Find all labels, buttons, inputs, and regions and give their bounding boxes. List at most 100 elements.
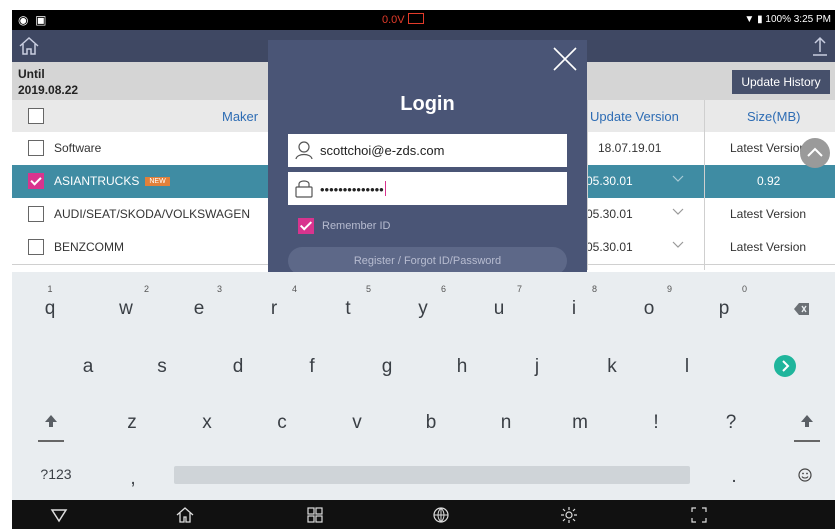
key-e[interactable]: 3e: [189, 284, 222, 320]
tablet-screen: ◉ ▣ 0.0V ▼ ▮ 100% 3:25 PM Until 2019.08.…: [12, 0, 835, 529]
key-t[interactable]: 5t: [338, 284, 371, 320]
key-z[interactable]: z: [122, 412, 142, 434]
key-g[interactable]: g: [377, 356, 397, 378]
key-label: o: [643, 298, 655, 319]
update-history-button[interactable]: Update History: [732, 70, 830, 94]
key-n[interactable]: n: [496, 412, 516, 434]
key-label: b: [425, 412, 437, 433]
key-w[interactable]: 2w: [116, 284, 149, 320]
remember-id-label: Remember ID: [322, 220, 391, 232]
row-maker: BENZCOMM: [54, 240, 124, 254]
password-mask: ••••••••••••••: [320, 182, 384, 197]
remember-id-checkbox[interactable]: [298, 218, 314, 234]
shift-icon[interactable]: [800, 414, 814, 428]
recent-apps-icon[interactable]: [306, 506, 324, 524]
text-cursor: [384, 181, 387, 196]
chevron-down-icon[interactable]: [672, 205, 684, 217]
row-checkbox[interactable]: [28, 140, 44, 156]
key-label: t: [345, 298, 351, 319]
key-period[interactable]: .: [724, 466, 744, 488]
key-l[interactable]: l: [677, 356, 697, 378]
navigation-bar: [12, 500, 835, 529]
home-icon[interactable]: [18, 35, 40, 57]
key-o[interactable]: 9o: [639, 284, 672, 320]
key-f[interactable]: f: [302, 356, 322, 378]
key-m[interactable]: m: [570, 412, 590, 434]
key-x[interactable]: x: [197, 412, 217, 434]
key-s[interactable]: s: [152, 356, 172, 378]
shift-icon[interactable]: [44, 414, 58, 428]
row-checkbox[interactable]: [28, 173, 44, 189]
key-label: d: [232, 356, 244, 377]
row-size: Latest Version: [730, 207, 807, 221]
row-maker: AUDI/SEAT/SKODA/VOLKSWAGEN: [54, 207, 251, 221]
shift-underline: [794, 440, 820, 442]
key-r[interactable]: 4r: [264, 284, 297, 320]
key-k[interactable]: k: [602, 356, 622, 378]
column-maker: Maker: [222, 109, 259, 124]
key-v[interactable]: v: [347, 412, 367, 434]
row-size: Latest Version: [730, 240, 807, 254]
key-label: e: [193, 298, 205, 319]
row-version: 18.07.19.01: [598, 141, 662, 155]
symbols-key[interactable]: ?123: [34, 466, 78, 482]
key-label: z: [127, 412, 137, 433]
key-p[interactable]: 0p: [714, 284, 747, 320]
voltage-text: 0.0V: [382, 14, 405, 26]
row-maker-text: ASIANTRUCKS: [54, 174, 140, 188]
key-label: w: [119, 298, 133, 319]
key-a[interactable]: a: [78, 356, 98, 378]
key-y[interactable]: 6y: [413, 284, 446, 320]
key-label: y: [418, 298, 428, 319]
settings-icon[interactable]: [560, 506, 578, 524]
backspace-icon[interactable]: [794, 302, 810, 316]
status-icons-left: ◉ ▣: [18, 13, 47, 27]
scroll-up-icon[interactable]: [800, 138, 830, 168]
upload-icon[interactable]: [811, 35, 829, 57]
car-battery-icon: [407, 13, 424, 24]
lock-icon: [295, 180, 313, 198]
column-update-version: Update Version: [590, 109, 679, 124]
key-exclamation[interactable]: !: [646, 412, 666, 434]
column-divider: [704, 100, 705, 270]
key-label: v: [352, 412, 362, 433]
emoji-icon[interactable]: [798, 468, 812, 482]
key-u[interactable]: 7u: [489, 284, 522, 320]
column-divider: [587, 100, 588, 270]
back-icon[interactable]: [50, 506, 68, 524]
key-c[interactable]: c: [272, 412, 292, 434]
login-title: Login: [400, 93, 455, 115]
key-label: ?: [725, 412, 737, 433]
key-question[interactable]: ?: [721, 412, 741, 434]
key-j[interactable]: j: [527, 356, 547, 378]
close-icon[interactable]: [552, 46, 578, 72]
key-label: s: [157, 356, 167, 377]
row-checkbox[interactable]: [28, 239, 44, 255]
key-comma[interactable]: ,: [123, 468, 143, 490]
row-maker: ASIANTRUCKS NEW: [54, 174, 170, 188]
go-icon[interactable]: [774, 355, 796, 377]
row-version: 05.30.01: [586, 207, 633, 221]
row-checkbox[interactable]: [28, 206, 44, 222]
user-icon: [295, 141, 313, 160]
until-label: Until: [18, 67, 45, 81]
status-right: ▼ ▮ 100% 3:25 PM: [744, 14, 831, 25]
screenshot-icon[interactable]: [690, 506, 708, 524]
home-icon[interactable]: [176, 506, 194, 524]
user-id-field[interactable]: scottchoi@e-zds.com: [288, 134, 567, 167]
register-forgot-button[interactable]: Register / Forgot ID/Password: [288, 247, 567, 275]
shift-underline: [38, 440, 64, 442]
key-h[interactable]: h: [452, 356, 472, 378]
soft-keyboard: 1q 2w 3e 4r 5t 6y 7u 8i 9o 0p a s d f g …: [12, 272, 835, 500]
until-date: 2019.08.22: [18, 83, 79, 97]
key-b[interactable]: b: [421, 412, 441, 434]
chevron-down-icon[interactable]: [672, 172, 684, 184]
password-field[interactable]: ••••••••••••••: [288, 172, 567, 205]
key-q[interactable]: 1q: [40, 284, 60, 320]
key-i[interactable]: 8i: [564, 284, 597, 320]
globe-icon[interactable]: [432, 506, 450, 524]
key-d[interactable]: d: [228, 356, 248, 378]
spacebar[interactable]: [174, 466, 690, 484]
select-all-checkbox[interactable]: [28, 108, 44, 124]
chevron-down-icon[interactable]: [672, 238, 684, 250]
